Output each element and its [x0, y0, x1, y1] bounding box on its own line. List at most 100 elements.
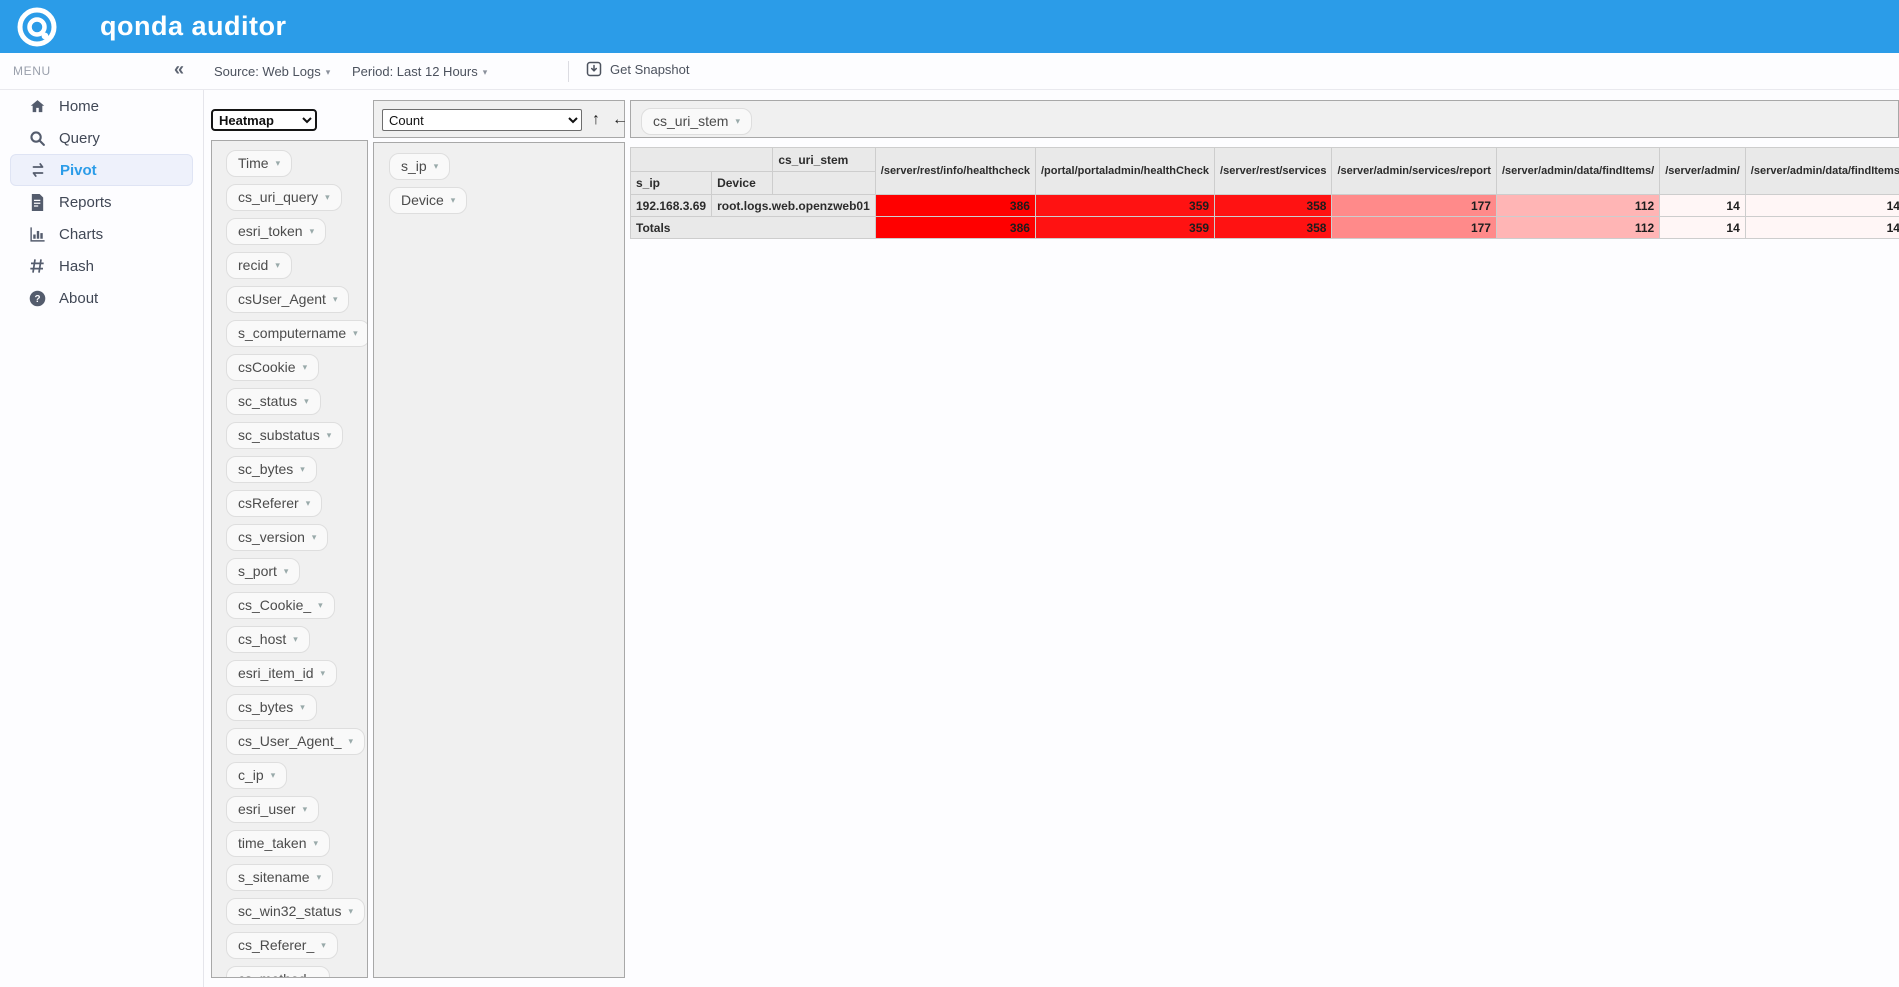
sidebar-item-label: About — [59, 290, 98, 307]
field-pill-label: time_taken — [238, 835, 306, 851]
caret-down-icon: ▾ — [293, 634, 298, 645]
field-pill-cs_uri_stem[interactable]: cs_uri_stem▾ — [641, 108, 752, 135]
arrow-up-icon[interactable]: ↑ — [592, 109, 600, 131]
field-pill-label: sc_bytes — [238, 461, 293, 477]
sidebar-item-query[interactable]: Query — [0, 122, 203, 154]
field-pill-cs_version[interactable]: cs_version▾ — [226, 524, 328, 551]
field-pill-cs_bytes[interactable]: cs_bytes▾ — [226, 694, 317, 721]
caret-down-icon: ▾ — [321, 940, 326, 951]
field-pill-cs_User_Agent_[interactable]: cs_User_Agent_▾ — [226, 728, 365, 755]
caret-down-icon: ▾ — [310, 226, 315, 237]
caret-down-icon: ▾ — [306, 498, 311, 509]
field-pill-recid[interactable]: recid ▾ — [226, 252, 292, 279]
field-pill-label: sc_substatus — [238, 427, 320, 443]
row-attr-label: s_ip — [631, 172, 712, 195]
caret-down-icon: ▾ — [483, 67, 488, 77]
chevron-double-left-icon[interactable]: « — [174, 59, 184, 80]
field-pill-label: esri_user — [238, 801, 296, 817]
field-pill-label: esri_item_id — [238, 665, 313, 681]
caret-down-icon: ▾ — [320, 668, 325, 679]
field-pill-sc_win32_status[interactable]: sc_win32_status▾ — [226, 898, 365, 925]
caret-down-icon: ▾ — [275, 260, 280, 271]
source-dropdown[interactable]: Source: Web Logs ▾ — [214, 64, 330, 79]
field-pill-cs_Referer_[interactable]: cs_Referer_▾ — [226, 932, 338, 959]
field-pill-Device[interactable]: Device▾ — [389, 187, 467, 214]
field-pill-s_ip[interactable]: s_ip▾ — [389, 153, 450, 180]
heat-cell: 14 — [1660, 195, 1746, 217]
field-pill-cs_uri_query[interactable]: cs_uri_query▾ — [226, 184, 342, 211]
sidebar-item-reports[interactable]: Reports — [0, 186, 203, 218]
column-fields-panel: cs_uri_stem▾ — [630, 100, 1899, 138]
col-header: /server/admin/services/report — [1332, 148, 1496, 195]
sidebar-item-label: Pivot — [60, 162, 97, 179]
source-dropdown-label: Source: Web Logs — [214, 64, 321, 79]
sidebar-item-charts[interactable]: Charts — [0, 218, 203, 250]
field-pill-label: c_ip — [238, 767, 264, 783]
caret-down-icon: ▾ — [312, 532, 317, 543]
caret-down-icon: ▾ — [353, 328, 358, 339]
col-header: /server/rest/services — [1215, 148, 1332, 195]
sidebar-item-hash[interactable]: Hash — [0, 250, 203, 282]
sidebar-item-about[interactable]: ?About — [0, 282, 203, 314]
total-heat-cell: 359 — [1035, 217, 1214, 239]
pivot-table: cs_uri_stem/server/rest/info/healthcheck… — [630, 147, 1899, 239]
caret-down-icon: ▾ — [284, 566, 289, 577]
field-pill-s_sitename[interactable]: s_sitename ▾ — [226, 864, 333, 891]
field-pill-sc_status[interactable]: sc_status▾ — [226, 388, 321, 415]
hash-icon — [28, 257, 46, 275]
toolbar-divider — [568, 61, 569, 82]
field-pill-sc_substatus[interactable]: sc_substatus▾ — [226, 422, 343, 449]
chart-icon — [28, 225, 46, 243]
period-dropdown[interactable]: Period: Last 12 Hours▾ — [352, 64, 487, 79]
caret-down-icon: ▾ — [349, 736, 354, 747]
heat-cell: 359 — [1035, 195, 1214, 217]
total-heat-cell: 14 — [1660, 217, 1746, 239]
heat-cell: 358 — [1215, 195, 1332, 217]
caret-down-icon: ▾ — [326, 67, 331, 77]
field-pill-esri_token[interactable]: esri_token▾ — [226, 218, 326, 245]
field-pill-time_taken[interactable]: time_taken▾ — [226, 830, 330, 857]
caret-down-icon: ▾ — [317, 872, 322, 883]
caret-down-icon: ▾ — [300, 702, 305, 713]
field-pill-csUser_Agent[interactable]: csUser_Agent▾ — [226, 286, 349, 313]
total-heat-cell: 386 — [875, 217, 1035, 239]
renderer-select[interactable]: Heatmap — [211, 109, 317, 131]
row-fields-panel: s_ip▾Device▾ — [373, 142, 625, 978]
pivot-col-header-row: cs_uri_stem/server/rest/info/healthcheck… — [631, 148, 1899, 172]
field-pill-esri_item_id[interactable]: esri_item_id ▾ — [226, 660, 337, 687]
field-pill-esri_user[interactable]: esri_user▾ — [226, 796, 319, 823]
field-pill-label: recid — [238, 257, 268, 273]
sidebar-item-pivot[interactable]: Pivot — [10, 154, 193, 186]
pivot-blank-cell — [631, 148, 773, 172]
field-pill-label: sc_win32_status — [238, 903, 342, 919]
field-pill-s_port[interactable]: s_port▾ — [226, 558, 300, 585]
menu-label: MENU — [13, 64, 51, 78]
field-pill-label: s_sitename — [238, 869, 310, 885]
sidebar-item-home[interactable]: Home — [0, 90, 203, 122]
field-pill-cs_Cookie_[interactable]: cs_Cookie_▾ — [226, 592, 335, 619]
aggregator-select[interactable]: Count — [382, 109, 582, 131]
field-pill-cs_host[interactable]: cs_host▾ — [226, 626, 310, 653]
field-pill-label: cs_method — [238, 971, 306, 978]
field-pill-csReferer[interactable]: csReferer▾ — [226, 490, 322, 517]
field-pill-csCookie[interactable]: csCookie▾ — [226, 354, 319, 381]
field-pill-c_ip[interactable]: c_ip ▾ — [226, 762, 287, 789]
field-pill-Time[interactable]: Time▾ — [226, 150, 292, 177]
qonda-logo-icon — [14, 4, 60, 50]
pivot-data-row: 192.168.3.69root.logs.web.openzweb013863… — [631, 195, 1899, 217]
col-header: /server/admin/data/findItems — [1745, 148, 1899, 195]
field-pill-s_computername[interactable]: s_computername▾ — [226, 320, 368, 347]
arrow-left-icon[interactable]: ← — [612, 109, 628, 131]
search-icon — [28, 129, 46, 147]
caret-down-icon: ▾ — [333, 294, 338, 305]
get-snapshot-button[interactable]: Get Snapshot — [586, 61, 690, 77]
heat-cell: 112 — [1496, 195, 1659, 217]
field-pill-sc_bytes[interactable]: sc_bytes▾ — [226, 456, 317, 483]
col-attr-label: cs_uri_stem — [773, 148, 875, 172]
row-attr-label: Device — [712, 172, 773, 195]
field-pill-label: Device — [401, 192, 444, 208]
caret-down-icon: ▾ — [434, 161, 439, 172]
caret-down-icon: ▾ — [271, 770, 276, 781]
snapshot-icon — [586, 61, 602, 77]
field-pill-cs_method[interactable]: cs_method▾ — [226, 966, 330, 978]
